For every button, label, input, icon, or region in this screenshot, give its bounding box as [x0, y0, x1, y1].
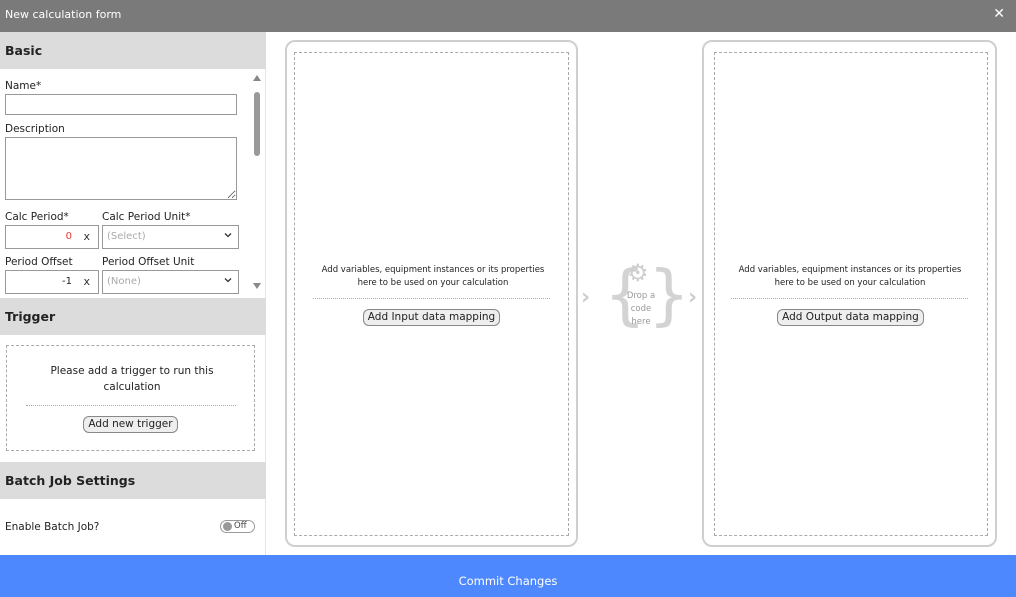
gear-icon: ⚙	[627, 259, 649, 287]
period-offset-unit-value: (None)	[107, 276, 141, 287]
enable-batch-job-label: Enable Batch Job?	[5, 521, 100, 533]
calc-period-input[interactable]: 0 x	[5, 225, 99, 249]
scroll-down-icon[interactable]	[253, 283, 261, 289]
arrow-right-icon: ›	[581, 285, 591, 310]
add-output-data-mapping-button[interactable]: Add Output data mapping	[777, 309, 924, 326]
output-mapping-panel: Add variables, equipment instances or it…	[702, 40, 997, 547]
divider	[731, 298, 968, 299]
input-dropzone[interactable]: Add variables, equipment instances or it…	[294, 52, 569, 536]
arrow-right-icon: ›	[688, 285, 698, 310]
scrollbar-thumb[interactable]	[254, 92, 260, 156]
calc-period-label: Calc Period*	[5, 211, 69, 223]
commit-changes-button[interactable]: Commit Changes	[0, 555, 1016, 597]
section-header-batch-job: Batch Job Settings	[0, 462, 266, 499]
calc-period-unit-label: Calc Period Unit*	[102, 211, 191, 223]
add-new-trigger-button[interactable]: Add new trigger	[83, 416, 178, 433]
left-panel: Basic Name* Description Calc Period* Cal…	[0, 32, 266, 555]
period-offset-label: Period Offset	[5, 256, 73, 268]
title-bar: New calculation form ✕	[0, 0, 1016, 32]
output-dropzone[interactable]: Add variables, equipment instances or it…	[714, 52, 988, 536]
input-mapping-panel: Add variables, equipment instances or it…	[285, 40, 578, 547]
name-label: Name*	[5, 80, 42, 92]
calc-period-unit-select[interactable]: (Select)	[102, 225, 239, 249]
period-offset-input[interactable]: -1 x	[5, 270, 99, 294]
period-offset-clear-button[interactable]: x	[83, 275, 90, 288]
period-offset-unit-label: Period Offset Unit	[102, 256, 195, 268]
toggle-knob	[223, 522, 232, 531]
enable-batch-job-toggle[interactable]: Off	[220, 520, 255, 533]
trigger-message: Please add a trigger to run this calcula…	[50, 365, 214, 393]
scroll-up-icon[interactable]	[253, 75, 261, 81]
section-header-trigger: Trigger	[0, 298, 266, 335]
calc-period-unit-value: (Select)	[107, 231, 146, 242]
period-offset-unit-select[interactable]: (None)	[102, 270, 239, 294]
close-icon[interactable]: ✕	[993, 6, 1005, 22]
chevron-down-icon	[224, 233, 232, 238]
name-input[interactable]	[5, 94, 237, 115]
divider	[26, 405, 236, 406]
output-panel-message: Add variables, equipment instances or it…	[738, 265, 962, 288]
calc-period-value: 0	[65, 231, 72, 242]
input-panel-message: Add variables, equipment instances or it…	[321, 265, 545, 288]
toggle-state: Off	[234, 521, 247, 531]
section-header-basic: Basic	[0, 32, 266, 69]
period-offset-value: -1	[62, 276, 72, 287]
description-label: Description	[5, 123, 65, 135]
scrollbar[interactable]	[252, 75, 262, 293]
code-dropzone[interactable]: { } ⚙ Drop a code here	[604, 259, 690, 340]
calc-period-clear-button[interactable]: x	[83, 230, 90, 243]
description-textarea[interactable]	[5, 137, 237, 200]
code-drop-text: Drop a code here	[626, 291, 656, 327]
add-input-data-mapping-button[interactable]: Add Input data mapping	[363, 309, 500, 326]
chevron-down-icon	[224, 278, 232, 283]
trigger-dropzone: Please add a trigger to run this calcula…	[6, 345, 255, 451]
divider	[313, 298, 550, 299]
window-title: New calculation form	[5, 8, 122, 21]
